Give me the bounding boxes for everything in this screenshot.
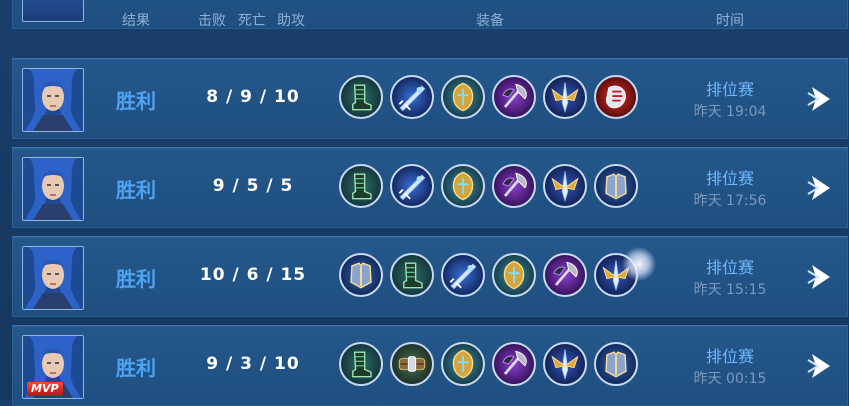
purple-axe-icon[interactable]: [492, 75, 536, 119]
golden-shield-icon[interactable]: [492, 253, 536, 297]
match-row[interactable]: 胜利 10 / 6 / 15 排位赛昨天 15:15: [12, 236, 848, 317]
golden-shield-icon[interactable]: [441, 164, 485, 208]
hero-avatar: [22, 157, 84, 221]
mvp-badge: MVP: [27, 382, 63, 396]
hero-avatar: [22, 246, 84, 310]
kda-score: 8 / 9 / 10: [206, 87, 300, 107]
header-equipment: 装备: [476, 13, 504, 29]
purple-axe-icon[interactable]: [492, 342, 536, 386]
match-time: 昨天 17:56: [693, 193, 767, 209]
match-time: 昨天 19:04: [693, 104, 767, 120]
match-result: 胜利: [116, 356, 156, 380]
winged-sword-icon[interactable]: [543, 342, 587, 386]
blue-blade-icon[interactable]: [390, 75, 434, 119]
header-deaths: 死亡: [238, 13, 266, 29]
match-result: 胜利: [116, 89, 156, 113]
armor-icon[interactable]: [594, 342, 638, 386]
match-result: 胜利: [116, 267, 156, 291]
blue-blade-icon[interactable]: [441, 253, 485, 297]
boots-icon[interactable]: [339, 75, 383, 119]
hero-avatar: MVP: [22, 335, 84, 399]
chevron-right-icon[interactable]: [806, 83, 836, 115]
match-mode: 排位赛: [705, 169, 754, 188]
header-assists: 助攻: [277, 13, 305, 29]
blue-blade-icon[interactable]: [390, 164, 434, 208]
hero-avatar: [22, 68, 84, 132]
red-gauntlet-icon[interactable]: [594, 75, 638, 119]
belt-icon[interactable]: [390, 342, 434, 386]
boots-icon[interactable]: [339, 342, 383, 386]
golden-shield-icon[interactable]: [441, 342, 485, 386]
match-row[interactable]: 胜利 9 / 5 / 5 排位赛昨天 17:56: [12, 147, 848, 228]
match-time: 昨天 00:15: [693, 371, 767, 387]
boots-icon[interactable]: [339, 164, 383, 208]
kda-score: 9 / 5 / 5: [212, 176, 294, 196]
golden-shield-icon[interactable]: [441, 75, 485, 119]
winged-sword-icon[interactable]: [543, 164, 587, 208]
match-row[interactable]: MVP 胜利 9 / 3 / 10 排位赛昨天 00:15: [12, 325, 848, 406]
kda-score: 10 / 6 / 15: [199, 265, 307, 285]
match-mode: 排位赛: [705, 347, 754, 366]
kda-score: 9 / 3 / 10: [206, 354, 300, 374]
purple-axe-icon[interactable]: [543, 253, 587, 297]
armor-icon[interactable]: [594, 164, 638, 208]
match-result: 胜利: [116, 178, 156, 202]
match-row[interactable]: 胜利 8 / 9 / 10 排位赛昨天 19:04: [12, 58, 848, 139]
header-time: 时间: [716, 13, 744, 29]
table-header: 结果 击败 死亡 助攻 装备 时间: [0, 0, 849, 36]
purple-axe-icon[interactable]: [492, 164, 536, 208]
match-mode: 排位赛: [705, 258, 754, 277]
chevron-right-icon[interactable]: [806, 172, 836, 204]
winged-sword-icon[interactable]: [543, 75, 587, 119]
winged-sword-icon[interactable]: [594, 253, 638, 297]
header-result: 结果: [122, 13, 150, 29]
match-time: 昨天 15:15: [693, 282, 767, 298]
header-kills: 击败: [198, 13, 226, 29]
match-mode: 排位赛: [705, 80, 754, 99]
chevron-right-icon[interactable]: [806, 261, 836, 293]
boots-icon[interactable]: [390, 253, 434, 297]
chevron-right-icon[interactable]: [806, 350, 836, 382]
armor-icon[interactable]: [339, 253, 383, 297]
